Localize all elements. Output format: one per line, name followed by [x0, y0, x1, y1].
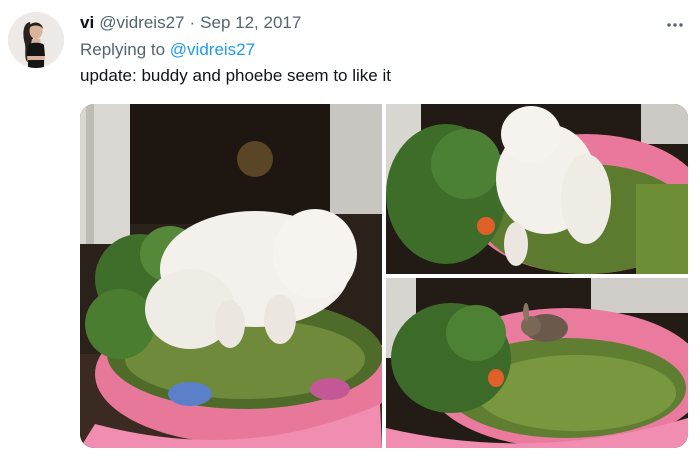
photo-dog-eating-image: [80, 104, 382, 448]
photo-rabbit-image: [386, 278, 688, 448]
photo-dog-behind-image: [386, 104, 688, 274]
more-horizontal-icon: [667, 23, 683, 27]
tweet-text: update: buddy and phoebe seem to like it: [80, 66, 391, 85]
photo-rabbit[interactable]: [386, 278, 688, 448]
tweet-card: vi @vidreis27 · Sep 12, 2017 Replying to…: [0, 0, 700, 461]
media-grid: [80, 104, 688, 448]
tweet-header: vi @vidreis27 · Sep 12, 2017: [80, 13, 301, 37]
replying-to-line: Replying to @vidreis27: [80, 40, 255, 60]
more-options-button[interactable]: [664, 14, 686, 36]
display-name[interactable]: vi: [80, 13, 94, 33]
avatar[interactable]: [8, 12, 64, 68]
avatar-image: [8, 12, 64, 68]
reply-prefix: Replying to: [80, 40, 166, 59]
user-handle[interactable]: @vidreis27: [99, 13, 184, 33]
photo-dog-behind[interactable]: [386, 104, 688, 274]
tweet-date[interactable]: Sep 12, 2017: [200, 13, 301, 33]
separator-dot: ·: [189, 13, 196, 32]
photo-dog-eating[interactable]: [80, 104, 382, 448]
reply-to-handle-link[interactable]: @vidreis27: [170, 40, 255, 59]
